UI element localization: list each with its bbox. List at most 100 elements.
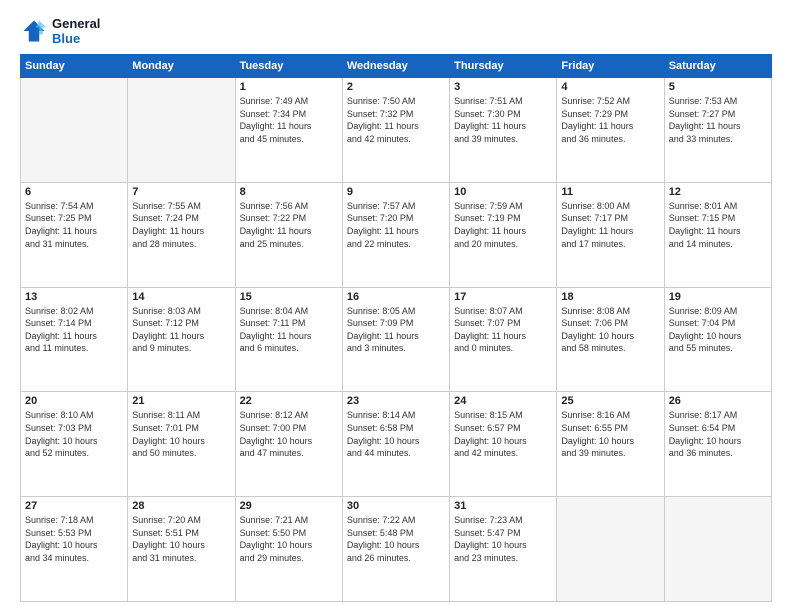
calendar-cell: 25Sunrise: 8:16 AMSunset: 6:55 PMDayligh… [557,392,664,497]
day-info: Sunrise: 8:17 AMSunset: 6:54 PMDaylight:… [669,409,767,459]
day-number: 26 [669,395,767,407]
calendar-cell: 7 Sunrise: 7:55 AMSunset: 7:24 PMDaylight… [128,182,235,287]
calendar-cell: 17 Sunrise: 8:07 AMSunset: 7:07 PMDayligh… [450,287,557,392]
day-number: 27 [25,500,123,512]
day-number: 24 [454,395,552,407]
page: General Blue SundayMondayTuesdayWednesda… [0,0,792,612]
day-info: Sunrise: 7:57 AMSunset: 7:20 PMDaylight:… [347,200,445,250]
day-number: 15 [240,291,338,303]
day-info: Sunrise: 8:15 AMSunset: 6:57 PMDaylight:… [454,409,552,459]
header: General Blue [20,16,772,46]
day-info: Sunrise: 8:14 AMSunset: 6:58 PMDaylight:… [347,409,445,459]
calendar-cell: 31Sunrise: 7:23 AMSunset: 5:47 PMDayligh… [450,497,557,602]
calendar-cell [557,497,664,602]
day-number: 30 [347,500,445,512]
calendar-cell: 10 Sunrise: 7:59 AMSunset: 7:19 PMDayligh… [450,182,557,287]
calendar-cell: 2 Sunrise: 7:50 AMSunset: 7:32 PMDaylight… [342,78,449,183]
day-info: Sunrise: 7:51 AMSunset: 7:30 PMDaylight:… [454,95,552,145]
calendar-table: SundayMondayTuesdayWednesdayThursdayFrid… [20,54,772,602]
calendar-cell: 6 Sunrise: 7:54 AMSunset: 7:25 PMDaylight… [21,182,128,287]
day-number: 12 [669,186,767,198]
day-info: Sunrise: 7:54 AMSunset: 7:25 PMDaylight:… [25,200,123,250]
day-header-monday: Monday [128,55,235,78]
day-info: Sunrise: 8:08 AMSunset: 7:06 PMDaylight:… [561,305,659,355]
day-info: Sunrise: 8:01 AMSunset: 7:15 PMDaylight:… [669,200,767,250]
logo: General Blue [20,16,100,46]
day-info: Sunrise: 8:12 AMSunset: 7:00 PMDaylight:… [240,409,338,459]
day-number: 29 [240,500,338,512]
calendar-cell: 20Sunrise: 8:10 AMSunset: 7:03 PMDayligh… [21,392,128,497]
day-number: 23 [347,395,445,407]
calendar-cell: 13 Sunrise: 8:02 AMSunset: 7:14 PMDayligh… [21,287,128,392]
calendar-cell: 9 Sunrise: 7:57 AMSunset: 7:20 PMDaylight… [342,182,449,287]
day-info: Sunrise: 7:21 AMSunset: 5:50 PMDaylight:… [240,514,338,564]
day-number: 17 [454,291,552,303]
day-number: 6 [25,186,123,198]
calendar-cell: 23 Sunrise: 8:14 AMSunset: 6:58 PMDayligh… [342,392,449,497]
day-info: Sunrise: 7:20 AMSunset: 5:51 PMDaylight:… [132,514,230,564]
day-info: Sunrise: 7:22 AMSunset: 5:48 PMDaylight:… [347,514,445,564]
day-info: Sunrise: 8:04 AMSunset: 7:11 PMDaylight:… [240,305,338,355]
day-info: Sunrise: 7:55 AMSunset: 7:24 PMDaylight:… [132,200,230,250]
day-info: Sunrise: 8:00 AMSunset: 7:17 PMDaylight:… [561,200,659,250]
calendar-cell: 5 Sunrise: 7:53 AMSunset: 7:27 PMDaylight… [664,78,771,183]
calendar-week-2: 13 Sunrise: 8:02 AMSunset: 7:14 PMDayligh… [21,287,772,392]
calendar-cell: 3Sunrise: 7:51 AMSunset: 7:30 PMDaylight… [450,78,557,183]
day-info: Sunrise: 7:53 AMSunset: 7:27 PMDaylight:… [669,95,767,145]
day-info: Sunrise: 8:02 AMSunset: 7:14 PMDaylight:… [25,305,123,355]
day-header-sunday: Sunday [21,55,128,78]
day-number: 7 [132,186,230,198]
day-header-wednesday: Wednesday [342,55,449,78]
day-number: 18 [561,291,659,303]
calendar-cell: 22 Sunrise: 8:12 AMSunset: 7:00 PMDayligh… [235,392,342,497]
day-number: 19 [669,291,767,303]
day-number: 16 [347,291,445,303]
calendar-cell: 24 Sunrise: 8:15 AMSunset: 6:57 PMDayligh… [450,392,557,497]
day-header-thursday: Thursday [450,55,557,78]
calendar-week-1: 6 Sunrise: 7:54 AMSunset: 7:25 PMDaylight… [21,182,772,287]
day-info: Sunrise: 8:07 AMSunset: 7:07 PMDaylight:… [454,305,552,355]
calendar-cell: 28Sunrise: 7:20 AMSunset: 5:51 PMDayligh… [128,497,235,602]
calendar-cell [664,497,771,602]
calendar-cell: 26 Sunrise: 8:17 AMSunset: 6:54 PMDayligh… [664,392,771,497]
calendar-cell: 27 Sunrise: 7:18 AMSunset: 5:53 PMDayligh… [21,497,128,602]
day-number: 5 [669,81,767,93]
day-number: 22 [240,395,338,407]
day-info: Sunrise: 7:23 AMSunset: 5:47 PMDaylight:… [454,514,552,564]
day-info: Sunrise: 7:49 AMSunset: 7:34 PMDaylight:… [240,95,338,145]
day-info: Sunrise: 8:05 AMSunset: 7:09 PMDaylight:… [347,305,445,355]
day-info: Sunrise: 8:09 AMSunset: 7:04 PMDaylight:… [669,305,767,355]
day-number: 11 [561,186,659,198]
day-number: 8 [240,186,338,198]
day-info: Sunrise: 7:18 AMSunset: 5:53 PMDaylight:… [25,514,123,564]
day-info: Sunrise: 7:59 AMSunset: 7:19 PMDaylight:… [454,200,552,250]
day-number: 10 [454,186,552,198]
day-number: 9 [347,186,445,198]
calendar-week-4: 27 Sunrise: 7:18 AMSunset: 5:53 PMDayligh… [21,497,772,602]
day-number: 4 [561,81,659,93]
calendar-cell: 1Sunrise: 7:49 AMSunset: 7:34 PMDaylight… [235,78,342,183]
day-info: Sunrise: 8:11 AMSunset: 7:01 PMDaylight:… [132,409,230,459]
day-info: Sunrise: 8:03 AMSunset: 7:12 PMDaylight:… [132,305,230,355]
calendar-cell: 12 Sunrise: 8:01 AMSunset: 7:15 PMDayligh… [664,182,771,287]
day-number: 21 [132,395,230,407]
day-info: Sunrise: 7:52 AMSunset: 7:29 PMDaylight:… [561,95,659,145]
calendar-week-3: 20Sunrise: 8:10 AMSunset: 7:03 PMDayligh… [21,392,772,497]
calendar-cell [128,78,235,183]
day-info: Sunrise: 8:10 AMSunset: 7:03 PMDaylight:… [25,409,123,459]
calendar-cell: 8Sunrise: 7:56 AMSunset: 7:22 PMDaylight… [235,182,342,287]
calendar-week-0: 1Sunrise: 7:49 AMSunset: 7:34 PMDaylight… [21,78,772,183]
calendar-cell: 18 Sunrise: 8:08 AMSunset: 7:06 PMDayligh… [557,287,664,392]
calendar-cell: 15 Sunrise: 8:04 AMSunset: 7:11 PMDayligh… [235,287,342,392]
calendar-cell: 21 Sunrise: 8:11 AMSunset: 7:01 PMDayligh… [128,392,235,497]
calendar-cell: 19 Sunrise: 8:09 AMSunset: 7:04 PMDayligh… [664,287,771,392]
calendar-cell: 16 Sunrise: 8:05 AMSunset: 7:09 PMDayligh… [342,287,449,392]
day-number: 2 [347,81,445,93]
calendar-header-row: SundayMondayTuesdayWednesdayThursdayFrid… [21,55,772,78]
day-info: Sunrise: 7:50 AMSunset: 7:32 PMDaylight:… [347,95,445,145]
calendar-cell: 4 Sunrise: 7:52 AMSunset: 7:29 PMDaylight… [557,78,664,183]
day-number: 13 [25,291,123,303]
day-header-tuesday: Tuesday [235,55,342,78]
calendar-cell: 14Sunrise: 8:03 AMSunset: 7:12 PMDayligh… [128,287,235,392]
day-header-saturday: Saturday [664,55,771,78]
